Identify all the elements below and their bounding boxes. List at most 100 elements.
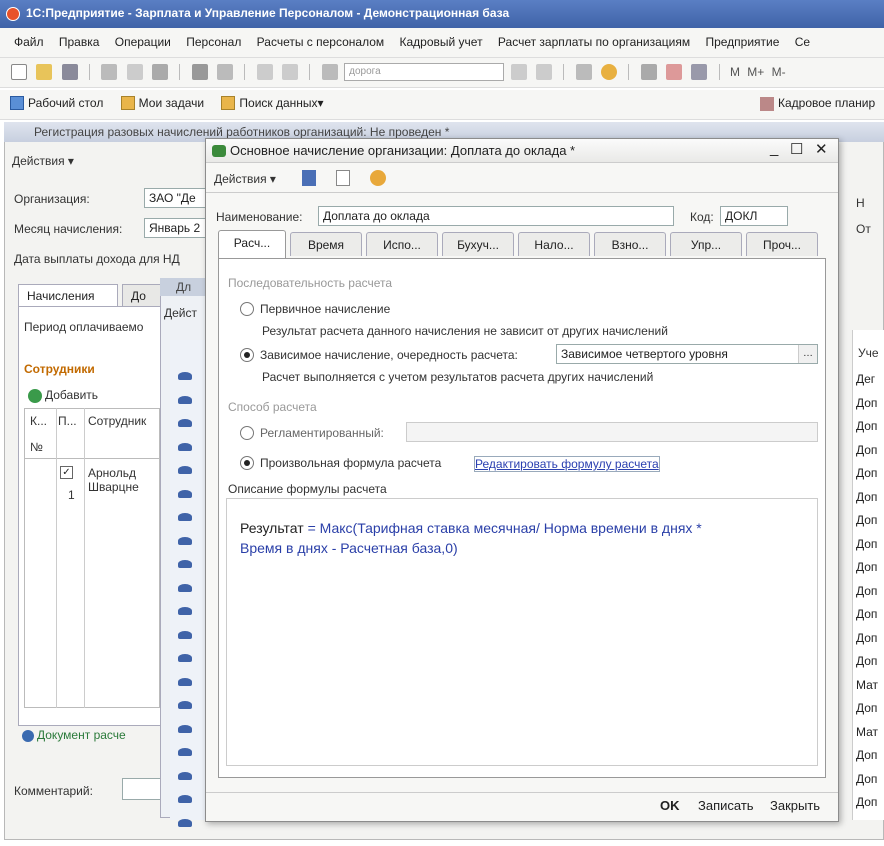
formula-description-box[interactable]	[226, 498, 818, 766]
cut-icon[interactable]	[101, 64, 118, 80]
menu-personnel[interactable]: Персонал	[186, 35, 241, 49]
tab-management[interactable]: Упр...	[670, 232, 742, 256]
refresh-icon[interactable]	[575, 64, 592, 80]
right-list-item[interactable]: Доп	[856, 513, 877, 527]
dependency-level-select[interactable]: Зависимое четвертого уровня	[556, 344, 818, 364]
search-data-icon	[221, 96, 236, 110]
row-type-icon	[178, 372, 192, 380]
copy-icon[interactable]	[336, 170, 350, 186]
right-list-item[interactable]: Доп	[856, 631, 877, 645]
menu-operations[interactable]: Операции	[115, 35, 171, 49]
open-icon[interactable]	[36, 64, 53, 80]
right-list-item[interactable]: Доп	[856, 795, 877, 809]
memory-plus-button[interactable]: М+	[747, 65, 764, 79]
paste-icon[interactable]	[152, 64, 169, 80]
save-button[interactable]: Записать	[698, 798, 754, 813]
tab-contributions[interactable]: Взно...	[594, 232, 666, 256]
save-close-icon[interactable]	[302, 170, 316, 186]
right-list-item[interactable]: Доп	[856, 443, 877, 457]
org-field[interactable]: ЗАО "Де	[144, 188, 206, 208]
menu-service[interactable]: Се	[795, 35, 810, 49]
menu-hr[interactable]: Кадровый учет	[400, 35, 483, 49]
row-type-icon	[178, 701, 192, 709]
right-list-item[interactable]: Доп	[856, 654, 877, 668]
tab-usage[interactable]: Испо...	[366, 232, 438, 256]
right-list-item[interactable]: Доп	[856, 584, 877, 598]
bg-actions-button[interactable]: Действия ▾	[12, 154, 74, 168]
tab-accounting[interactable]: Бухуч...	[442, 232, 514, 256]
tab-accruals[interactable]: Начисления	[18, 284, 118, 307]
add-button[interactable]: Добавить	[28, 388, 98, 403]
dialog-icon	[212, 145, 226, 157]
dialog-actions-button[interactable]: Действия ▾	[214, 172, 276, 186]
maximize-button[interactable]: ☐	[790, 140, 803, 158]
help-icon[interactable]	[370, 170, 386, 186]
name-field[interactable]: Доплата до оклада	[318, 206, 674, 226]
right-list-item[interactable]: Доп	[856, 748, 877, 762]
regulated-field[interactable]	[406, 422, 818, 442]
menu-enterprise[interactable]: Предприятие	[705, 35, 779, 49]
edit-formula-link[interactable]: Редактировать формулу расчета	[474, 456, 660, 472]
select-button-icon[interactable]: …	[798, 345, 817, 363]
menu-payroll[interactable]: Расчет зарплаты по организациям	[498, 35, 690, 49]
search-prev-icon[interactable]	[535, 64, 552, 80]
row-type-icon	[178, 818, 192, 827]
right-list-item[interactable]: Доп	[856, 490, 877, 504]
regulated-radio[interactable]	[240, 426, 254, 440]
calculator-icon[interactable]	[665, 64, 682, 80]
menu-edit[interactable]: Правка	[59, 35, 100, 49]
new-icon[interactable]	[11, 64, 27, 80]
print-icon[interactable]	[191, 64, 208, 80]
right-list-item[interactable]: Доп	[856, 537, 877, 551]
desktop-button[interactable]: Рабочий стол	[10, 96, 103, 110]
middle-actions-button[interactable]: Дейст	[164, 306, 197, 320]
find-icon[interactable]	[321, 64, 338, 80]
dependent-radio[interactable]	[240, 348, 254, 362]
users-icon[interactable]	[691, 64, 708, 80]
row-checkbox[interactable]: ✓	[60, 466, 73, 479]
clock-icon[interactable]	[600, 64, 617, 80]
hr-planning-button[interactable]: Кадровое планир	[760, 96, 875, 111]
right-list-item[interactable]: Доп	[856, 772, 877, 786]
data-search-button[interactable]: Поиск данных ▾	[221, 96, 324, 110]
toolbar-search-input[interactable]: дорога	[344, 63, 505, 81]
menu-settlements[interactable]: Расчеты с персоналом	[257, 35, 384, 49]
right-list-item[interactable]: Мат	[856, 725, 878, 739]
col-employee-header: Сотрудник	[88, 414, 147, 428]
tab-calculation[interactable]: Расч...	[218, 230, 286, 258]
primary-radio[interactable]	[240, 302, 254, 316]
right-list-item[interactable]: Доп	[856, 419, 877, 433]
code-field[interactable]: ДОКЛ	[720, 206, 788, 226]
redo-icon[interactable]	[282, 64, 299, 80]
right-list-item[interactable]: Дег	[856, 372, 875, 386]
my-tasks-button[interactable]: Мои задачи	[120, 96, 204, 110]
close-dialog-button[interactable]: Закрыть	[770, 798, 820, 813]
right-list-item[interactable]: Доп	[856, 466, 877, 480]
row-employee-name[interactable]: Арнольд Шварцне	[88, 466, 156, 494]
calc-document-link[interactable]: Документ расче	[22, 728, 126, 742]
calendar-icon[interactable]	[640, 64, 657, 80]
comment-field[interactable]	[122, 778, 162, 800]
ok-button[interactable]: OK	[660, 798, 680, 813]
minimize-button[interactable]: _	[770, 140, 778, 157]
copy-icon[interactable]	[126, 64, 143, 80]
search-next-icon[interactable]	[510, 64, 527, 80]
tab-additional[interactable]: До	[122, 284, 162, 307]
right-list-item[interactable]: Мат	[856, 678, 878, 692]
tab-other[interactable]: Проч...	[746, 232, 818, 256]
right-list-item[interactable]: Доп	[856, 396, 877, 410]
preview-icon[interactable]	[217, 64, 234, 80]
right-list-item[interactable]: Доп	[856, 701, 877, 715]
tab-time[interactable]: Время	[290, 232, 362, 256]
close-button[interactable]: ✕	[815, 140, 828, 158]
right-list-item[interactable]: Доп	[856, 607, 877, 621]
tab-taxes[interactable]: Нало...	[518, 232, 590, 256]
right-list-item[interactable]: Доп	[856, 560, 877, 574]
menu-file[interactable]: Файл	[14, 35, 44, 49]
memory-m-button[interactable]: М	[730, 65, 740, 79]
save-icon[interactable]	[61, 64, 78, 80]
memory-minus-button[interactable]: М-	[772, 65, 786, 79]
arbitrary-formula-radio[interactable]	[240, 456, 254, 470]
month-field[interactable]: Январь 2	[144, 218, 206, 238]
undo-icon[interactable]	[256, 64, 273, 80]
